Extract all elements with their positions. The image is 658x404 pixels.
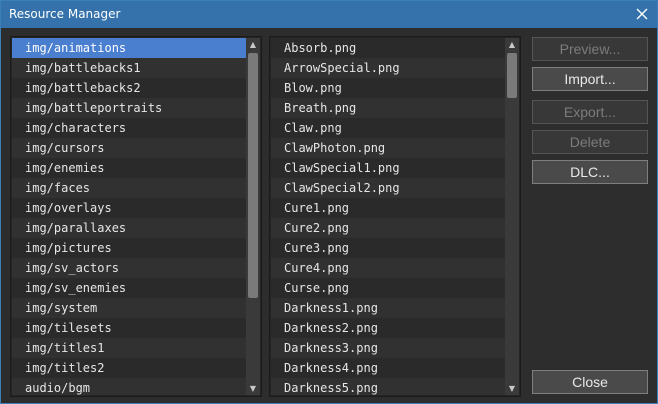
list-item[interactable]: img/tilesets bbox=[12, 318, 246, 338]
file-list-scrollbar[interactable]: ▲ ▼ bbox=[505, 38, 519, 395]
list-item[interactable]: img/cursors bbox=[12, 138, 246, 158]
list-item[interactable]: Curse.png bbox=[271, 278, 505, 298]
list-item[interactable]: Darkness3.png bbox=[271, 338, 505, 358]
list-item[interactable]: img/battleportraits bbox=[12, 98, 246, 118]
arrow-up-icon[interactable]: ▲ bbox=[246, 38, 260, 51]
file-list[interactable]: Absorb.png ArrowSpecial.png Blow.png Breath… bbox=[271, 38, 505, 395]
list-item[interactable]: Cure2.png bbox=[271, 218, 505, 238]
list-item[interactable]: Darkness4.png bbox=[271, 358, 505, 378]
list-item[interactable]: img/overlays bbox=[12, 198, 246, 218]
folder-list-scrollbar[interactable]: ▲ ▼ bbox=[246, 38, 260, 395]
list-item[interactable]: Cure3.png bbox=[271, 238, 505, 258]
arrow-up-icon[interactable]: ▲ bbox=[505, 38, 519, 51]
list-item[interactable]: Darkness2.png bbox=[271, 318, 505, 338]
arrow-down-icon[interactable]: ▼ bbox=[246, 382, 260, 395]
list-item[interactable]: img/system bbox=[12, 298, 246, 318]
list-item[interactable]: img/battlebacks2 bbox=[12, 78, 246, 98]
list-item[interactable]: img/enemies bbox=[12, 158, 246, 178]
scrollbar-thumb[interactable] bbox=[248, 53, 258, 298]
list-item[interactable]: ArrowSpecial.png bbox=[271, 58, 505, 78]
list-item[interactable]: audio/bgm bbox=[12, 378, 246, 395]
list-item[interactable]: img/sv_actors bbox=[12, 258, 246, 278]
list-item[interactable]: img/faces bbox=[12, 178, 246, 198]
list-item[interactable]: img/titles1 bbox=[12, 338, 246, 358]
scrollbar-thumb[interactable] bbox=[507, 53, 517, 98]
list-item[interactable]: img/characters bbox=[12, 118, 246, 138]
list-item[interactable]: ClawSpecial2.png bbox=[271, 178, 505, 198]
list-item[interactable]: img/parallaxes bbox=[12, 218, 246, 238]
file-list-panel: Absorb.png ArrowSpecial.png Blow.png Breath… bbox=[269, 36, 521, 397]
delete-button[interactable]: Delete bbox=[532, 130, 648, 154]
list-item[interactable]: Absorb.png bbox=[271, 38, 505, 58]
arrow-down-icon[interactable]: ▼ bbox=[505, 382, 519, 395]
window-title: Resource Manager bbox=[9, 7, 121, 21]
close-button[interactable]: Close bbox=[532, 370, 648, 394]
preview-button[interactable]: Preview... bbox=[532, 37, 648, 61]
list-item[interactable]: img/titles2 bbox=[12, 358, 246, 378]
resource-manager-window: Resource Manager img/animations img/battl… bbox=[0, 0, 658, 404]
list-item[interactable]: img/sv_enemies bbox=[12, 278, 246, 298]
dlc-button[interactable]: DLC... bbox=[532, 160, 648, 184]
list-item[interactable]: img/animations bbox=[12, 38, 246, 58]
list-item[interactable]: Claw.png bbox=[271, 118, 505, 138]
close-icon[interactable] bbox=[633, 5, 651, 23]
list-item[interactable]: Cure4.png bbox=[271, 258, 505, 278]
list-item[interactable]: Cure1.png bbox=[271, 198, 505, 218]
list-item[interactable]: ClawPhoton.png bbox=[271, 138, 505, 158]
folder-list-panel: img/animations img/battlebacks1 img/battle… bbox=[10, 36, 262, 397]
folder-list[interactable]: img/animations img/battlebacks1 img/battle… bbox=[12, 38, 246, 395]
list-item[interactable]: Breath.png bbox=[271, 98, 505, 118]
list-item[interactable]: Darkness1.png bbox=[271, 298, 505, 318]
import-button[interactable]: Import... bbox=[532, 67, 648, 91]
list-item[interactable]: Blow.png bbox=[271, 78, 505, 98]
title-bar: Resource Manager bbox=[1, 1, 657, 28]
export-button[interactable]: Export... bbox=[532, 100, 648, 124]
list-item[interactable]: img/battlebacks1 bbox=[12, 58, 246, 78]
list-item[interactable]: ClawSpecial1.png bbox=[271, 158, 505, 178]
list-item[interactable]: img/pictures bbox=[12, 238, 246, 258]
list-item[interactable]: Darkness5.png bbox=[271, 378, 505, 395]
